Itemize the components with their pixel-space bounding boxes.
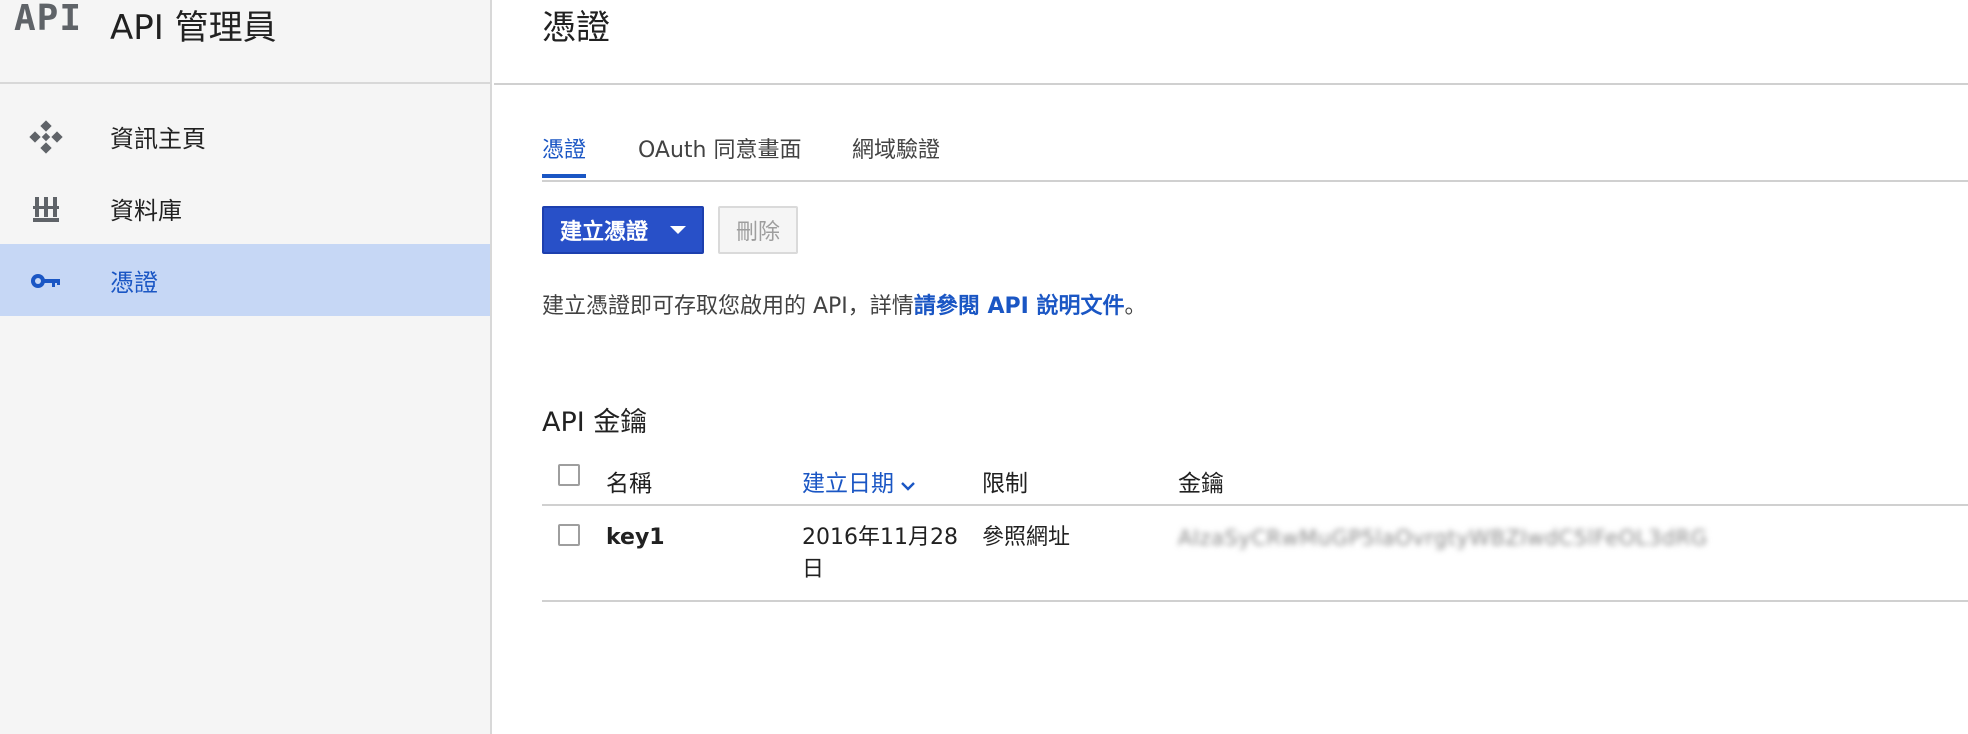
page-title: 憑證 xyxy=(542,8,610,48)
key-name-link[interactable]: key1 xyxy=(606,522,665,554)
sidebar-item-library[interactable]: 資料庫 xyxy=(0,172,490,244)
restriction-cell: 參照網址 xyxy=(982,525,1071,550)
api-logo: API xyxy=(14,0,83,39)
sidebar-nav: 資訊主頁 資料庫 憑證 xyxy=(0,100,490,316)
sidebar-item-credentials[interactable]: 憑證 xyxy=(0,244,490,316)
create-credentials-label: 建立憑證 xyxy=(560,220,649,245)
library-icon xyxy=(28,194,64,224)
info-text: 建立憑證即可存取您啟用的 API，詳情請參閱 API 說明文件。 xyxy=(542,288,1146,320)
column-header-created-label: 建立日期 xyxy=(802,471,894,497)
created-date-line2: 日 xyxy=(802,557,825,582)
select-all-checkbox[interactable] xyxy=(558,464,580,486)
main-content: 憑證 憑證 OAuth 同意畫面 網域驗證 建立憑證 刪除 建立憑證即可存取您啟… xyxy=(494,0,1968,734)
tab-domain-verification[interactable]: 網域驗證 xyxy=(852,132,940,174)
api-docs-link[interactable]: 請參閱 API 說明文件 xyxy=(914,294,1125,319)
sidebar-item-label: 資訊主頁 xyxy=(110,124,206,153)
created-date-cell: 2016年11月28 日 xyxy=(802,522,958,586)
column-header-name[interactable]: 名稱 xyxy=(606,464,652,498)
column-header-restriction[interactable]: 限制 xyxy=(982,464,1028,498)
api-keys-table: 名稱 建立日期 限制 金鑰 key1 2016年11月28 日 參照網址 AIz… xyxy=(542,456,1968,602)
main-header: 憑證 xyxy=(494,0,1968,85)
tab-credentials[interactable]: 憑證 xyxy=(542,132,587,178)
sidebar-item-dashboard[interactable]: 資訊主頁 xyxy=(0,100,490,172)
row-checkbox[interactable] xyxy=(558,524,580,546)
tab-oauth-consent[interactable]: OAuth 同意畫面 xyxy=(638,132,802,174)
sidebar: API API 管理員 資訊主頁 資料庫 憑證 xyxy=(0,0,492,734)
info-prefix: 建立憑證即可存取您啟用的 API，詳情 xyxy=(542,294,914,319)
api-keys-section-title: API 金鑰 xyxy=(542,407,648,438)
api-key-value[interactable]: AIzaSyCRwMuGP5laOvrgtyWBZIwdC5lFeOL3dRG xyxy=(1178,522,1708,554)
created-date-line1: 2016年11月28 xyxy=(802,525,958,550)
table-row[interactable]: key1 2016年11月28 日 參照網址 AIzaSyCRwMuGP5laO… xyxy=(542,506,1968,602)
table-header-row: 名稱 建立日期 限制 金鑰 xyxy=(542,456,1968,506)
app-title: API 管理員 xyxy=(110,8,277,48)
sort-chevron-down-icon xyxy=(900,472,916,498)
info-suffix: 。 xyxy=(1124,294,1147,319)
sidebar-item-label: 資料庫 xyxy=(110,196,182,225)
sidebar-header: API API 管理員 xyxy=(0,0,490,84)
tab-bar: 憑證 OAuth 同意畫面 網域驗證 xyxy=(542,118,1968,182)
create-credentials-button[interactable]: 建立憑證 xyxy=(542,206,704,254)
column-header-key[interactable]: 金鑰 xyxy=(1178,464,1224,498)
column-header-created[interactable]: 建立日期 xyxy=(802,464,916,498)
delete-button[interactable]: 刪除 xyxy=(718,206,798,254)
sidebar-item-label: 憑證 xyxy=(110,268,158,297)
dropdown-caret-icon xyxy=(670,226,686,234)
key-icon xyxy=(28,266,64,296)
dashboard-icon xyxy=(28,120,64,154)
